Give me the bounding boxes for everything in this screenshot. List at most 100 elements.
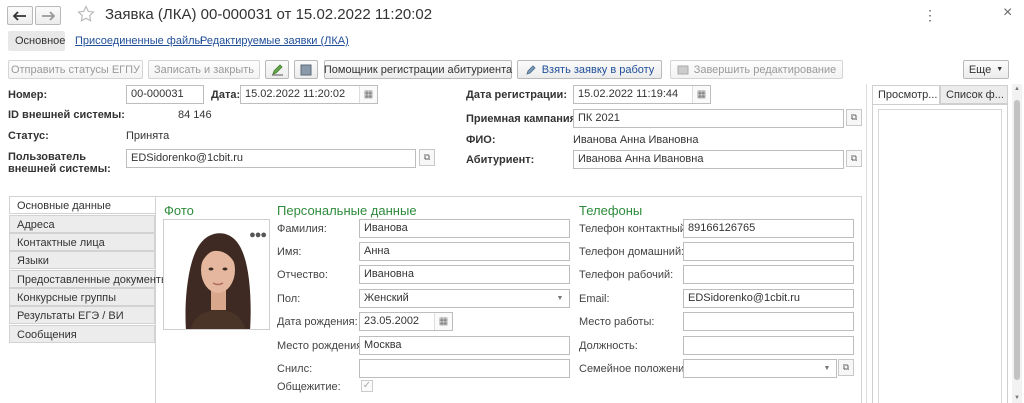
chevron-down-icon: ▼	[996, 66, 1004, 73]
side-tab-main-data[interactable]: Основные данные	[9, 196, 155, 214]
workplace-label: Место работы:	[579, 316, 655, 328]
tab-attached-files[interactable]: Присоединенные файлы	[75, 35, 202, 47]
take-request-button[interactable]: Взять заявку в работу	[517, 60, 662, 79]
birthplace-field[interactable]: Москва	[359, 336, 570, 355]
email-field[interactable]: EDSidorenko@1cbit.ru	[683, 289, 854, 308]
sex-value: Женский	[364, 292, 409, 304]
chevron-down-icon[interactable]: ▼	[818, 360, 836, 377]
favorite-star-icon[interactable]	[77, 5, 95, 23]
right-panel-content	[872, 104, 1008, 403]
side-tab-addresses[interactable]: Адреса	[9, 215, 155, 233]
open-icon[interactable]: ⧉	[846, 150, 862, 167]
campaign-label: Приемная кампания:	[466, 113, 580, 125]
scroll-down-icon[interactable]: ▼	[1012, 395, 1022, 401]
phone-work-field[interactable]	[683, 265, 854, 284]
phone-work-label: Телефон рабочий:	[579, 269, 674, 281]
email-label: Email:	[579, 293, 610, 305]
finish-edit-label: Завершить редактирование	[693, 63, 837, 76]
snils-field[interactable]	[359, 359, 570, 378]
tab-edited-requests[interactable]: Редактируемые заявки (ЛКА)	[200, 35, 349, 47]
phone-home-label: Телефон домашний:	[579, 246, 685, 258]
birthplace-label: Место рождения:	[277, 340, 366, 352]
save-close-button[interactable]: Записать и закрыть	[148, 60, 260, 79]
snils-label: Снилс:	[277, 363, 313, 375]
surname-field[interactable]: Иванова	[359, 219, 570, 238]
scroll-up-icon[interactable]: ▲	[1012, 84, 1022, 94]
calendar-icon[interactable]: ▦	[434, 313, 452, 330]
patronymic-field[interactable]: Ивановна	[359, 265, 570, 284]
open-icon[interactable]: ⧉	[846, 109, 862, 126]
side-tab-messages[interactable]: Сообщения	[9, 325, 155, 343]
patronymic-label: Отчество:	[277, 269, 328, 281]
position-label: Должность:	[579, 340, 638, 352]
finish-icon	[677, 65, 689, 74]
ext-id-value: 84 146	[178, 109, 212, 121]
side-tab-exam-results[interactable]: Результаты ЕГЭ / ВИ	[9, 306, 155, 324]
ext-user-label-1: Пользователь	[8, 151, 87, 163]
status-value: Принята	[126, 130, 170, 142]
page-title: Заявка (ЛКА) 00-000031 от 15.02.2022 11:…	[105, 6, 433, 23]
pencil-icon	[271, 64, 283, 76]
side-tab-groups[interactable]: Конкурсные группы	[9, 288, 155, 306]
back-button[interactable]	[7, 6, 33, 25]
open-icon[interactable]: ⧉	[419, 149, 435, 166]
fio-value: Иванова Анна Ивановна	[573, 134, 699, 146]
more-button[interactable]: Еще ▼	[963, 60, 1009, 79]
side-tab-contacts[interactable]: Контактные лица	[9, 233, 155, 251]
birthdate-value: 23.05.2002	[364, 315, 420, 327]
photo-menu-icon[interactable]: ●●●	[249, 229, 267, 241]
side-tab-documents[interactable]: Предоставленные документы	[9, 270, 169, 288]
surname-label: Фамилия:	[277, 223, 327, 235]
right-tab-list[interactable]: Список ф...	[940, 85, 1008, 104]
position-field[interactable]	[683, 336, 854, 355]
phone-home-field[interactable]	[683, 242, 854, 261]
open-icon[interactable]: ⧉	[838, 359, 854, 376]
send-status-button[interactable]: Отправить статусы ЕГПУ	[8, 60, 143, 79]
chevron-down-icon[interactable]: ▼	[551, 290, 569, 307]
tab-main[interactable]: Основное	[8, 31, 65, 51]
arrow-left-icon	[13, 10, 26, 21]
ext-id-label: ID внешней системы:	[8, 109, 125, 121]
calendar-icon[interactable]: ▦	[359, 86, 377, 103]
preview-area	[878, 109, 1002, 403]
name-field[interactable]: Анна	[359, 242, 570, 261]
calendar-icon[interactable]: ▦	[692, 86, 710, 103]
status-label: Статус:	[8, 130, 49, 142]
date-value: 15.02.2022 11:20:02	[245, 88, 346, 100]
arrow-right-icon	[42, 10, 55, 21]
applicant-label: Абитуриент:	[466, 154, 535, 166]
right-panel-divider	[866, 84, 867, 403]
reg-date-field[interactable]: 15.02.2022 11:19:44 ▦	[573, 85, 711, 104]
more-label: Еще	[968, 63, 992, 76]
document-button[interactable]	[294, 60, 318, 79]
scrollbar[interactable]: ▲ ▼	[1012, 84, 1022, 403]
photo-section-title: Фото	[164, 203, 194, 218]
number-field[interactable]: 00-000031	[126, 85, 204, 104]
helper-button[interactable]: Помощник регистрации абитуриента	[324, 60, 512, 79]
dorm-checkbox[interactable]: ✓	[361, 380, 373, 392]
family-select[interactable]: ▼	[683, 359, 837, 378]
ext-user-field[interactable]: EDSidorenko@1cbit.ru	[126, 149, 416, 168]
right-tab-preview[interactable]: Просмотр...	[872, 85, 940, 104]
photo-frame[interactable]: ●●●	[163, 219, 270, 330]
phone-contact-field[interactable]: 89166126765	[683, 219, 854, 238]
finish-edit-button[interactable]: Завершить редактирование	[670, 60, 843, 79]
more-menu-icon[interactable]: ⋮	[923, 7, 937, 24]
number-label: Номер:	[8, 89, 48, 101]
family-label: Семейное положение:	[579, 363, 694, 375]
forward-button[interactable]	[35, 6, 61, 25]
birthdate-field[interactable]: 23.05.2002 ▦	[359, 312, 453, 331]
ext-user-label-2: внешней системы:	[8, 163, 111, 175]
edit-button[interactable]	[265, 60, 289, 79]
date-label: Дата:	[211, 89, 241, 101]
fio-label: ФИО:	[466, 134, 496, 146]
date-field[interactable]: 15.02.2022 11:20:02 ▦	[240, 85, 378, 104]
phones-section-title: Телефоны	[579, 203, 643, 218]
campaign-field[interactable]: ПК 2021	[573, 109, 844, 128]
scrollbar-thumb[interactable]	[1014, 100, 1020, 380]
sex-select[interactable]: Женский ▼	[359, 289, 570, 308]
close-icon[interactable]: ×	[1003, 4, 1012, 22]
side-tab-languages[interactable]: Языки	[9, 251, 155, 269]
workplace-field[interactable]	[683, 312, 854, 331]
applicant-field[interactable]: Иванова Анна Ивановна	[573, 150, 844, 169]
